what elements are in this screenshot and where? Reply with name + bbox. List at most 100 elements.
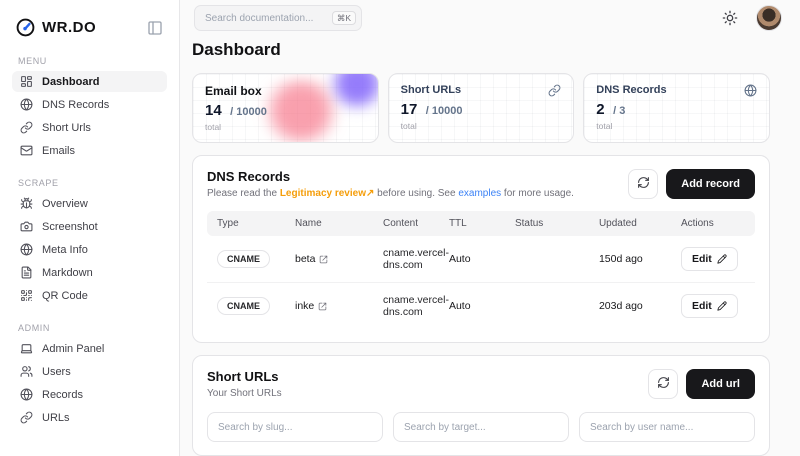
sidebar-item-overview[interactable]: Overview bbox=[12, 193, 167, 214]
link-icon bbox=[20, 411, 33, 424]
external-link-icon bbox=[319, 255, 328, 264]
sidebar-item-urls[interactable]: URLs bbox=[12, 407, 167, 428]
dns-panel-title: DNS Records bbox=[207, 169, 574, 184]
sidebar-item-screenshot[interactable]: Screenshot bbox=[12, 216, 167, 237]
sidebar-section-menu: MENU bbox=[18, 56, 161, 66]
record-content: cname.vercel-dns.com bbox=[383, 294, 449, 318]
dns-panel-description: Please read the Legitimacy review↗ befor… bbox=[207, 188, 574, 199]
sidebar-item-label: URLs bbox=[42, 412, 70, 424]
sidebar-collapse-icon[interactable] bbox=[147, 20, 163, 36]
col-header-name: Name bbox=[295, 218, 383, 229]
edit-label: Edit bbox=[692, 253, 712, 265]
bug-icon bbox=[20, 197, 33, 210]
sidebar-item-meta-info[interactable]: Meta Info bbox=[12, 239, 167, 260]
globe-icon bbox=[20, 243, 33, 256]
theme-toggle-sun-icon[interactable] bbox=[722, 10, 738, 26]
brand-header: WR.DO bbox=[12, 14, 167, 39]
user-avatar[interactable] bbox=[756, 5, 782, 31]
page-title: Dashboard bbox=[192, 40, 770, 60]
record-updated: 150d ago bbox=[599, 253, 681, 265]
record-type-badge: CNAME bbox=[217, 250, 270, 268]
sidebar-item-markdown[interactable]: Markdown bbox=[12, 262, 167, 283]
record-updated: 203d ago bbox=[599, 300, 681, 312]
globe-icon bbox=[20, 388, 33, 401]
stat-card-value: 14 bbox=[205, 102, 222, 119]
desc-text: for more usage. bbox=[501, 188, 574, 199]
edit-record-button[interactable]: Edit bbox=[681, 294, 738, 318]
add-url-button[interactable]: Add url bbox=[686, 369, 755, 399]
sidebar-item-admin-panel[interactable]: Admin Panel bbox=[12, 338, 167, 359]
app-window: WR.DO MENU Dashboard DNS Records Short U… bbox=[0, 0, 800, 456]
add-record-button[interactable]: Add record bbox=[666, 169, 755, 199]
sidebar-item-records[interactable]: Records bbox=[12, 384, 167, 405]
sidebar-item-label: Overview bbox=[42, 198, 88, 210]
sidebar: WR.DO MENU Dashboard DNS Records Short U… bbox=[0, 0, 180, 456]
sidebar-item-short-urls[interactable]: Short Urls bbox=[12, 117, 167, 138]
sidebar-item-label: Dashboard bbox=[42, 76, 99, 88]
search-shortcut-badge: ⌘K bbox=[332, 11, 356, 26]
sidebar-item-users[interactable]: Users bbox=[12, 361, 167, 382]
link-text: Legitimacy review bbox=[280, 188, 366, 199]
col-header-status: Status bbox=[515, 218, 599, 229]
stat-cards-row: Email box 14 / 10000 total Short URLs 17 bbox=[192, 73, 770, 143]
stat-card-limit: / 10000 bbox=[426, 105, 463, 117]
search-by-user-name-input[interactable] bbox=[579, 412, 755, 442]
short-urls-filters bbox=[207, 412, 755, 442]
edit-record-button[interactable]: Edit bbox=[681, 247, 738, 271]
stat-card-value: 2 bbox=[596, 101, 604, 118]
stat-card-title: Short URLs bbox=[401, 84, 462, 96]
dashboard-icon bbox=[20, 75, 33, 88]
sidebar-item-dashboard[interactable]: Dashboard bbox=[12, 71, 167, 92]
record-name-link[interactable]: beta bbox=[295, 253, 383, 265]
table-header-row: Type Name Content TTL Status Updated Act… bbox=[207, 211, 755, 236]
legitimacy-review-link[interactable]: Legitimacy review↗ bbox=[280, 188, 375, 199]
gauge-logo-icon bbox=[16, 18, 35, 37]
table-row: CNAME inke cname.vercel-dns.com Auto 203… bbox=[207, 282, 755, 329]
search-by-slug-input[interactable] bbox=[207, 412, 383, 442]
short-urls-title: Short URLs bbox=[207, 369, 282, 384]
col-header-content: Content bbox=[383, 218, 449, 229]
topbar: ⌘K bbox=[180, 0, 800, 36]
external-link-icon bbox=[318, 302, 327, 311]
examples-link[interactable]: examples bbox=[458, 188, 501, 199]
short-urls-panel: Short URLs Your Short URLs Add url bbox=[192, 355, 770, 456]
sidebar-item-emails[interactable]: Emails bbox=[12, 140, 167, 161]
sidebar-item-label: QR Code bbox=[42, 290, 88, 302]
col-header-actions: Actions bbox=[681, 218, 745, 229]
refresh-button[interactable] bbox=[628, 169, 658, 199]
toggle-knob bbox=[499, 261, 513, 275]
sidebar-item-label: Short Urls bbox=[42, 122, 91, 134]
mail-icon bbox=[20, 144, 33, 157]
search-by-target-input[interactable] bbox=[393, 412, 569, 442]
main-content: Dashboard Email box 14 / 10000 total bbox=[180, 36, 800, 456]
sidebar-item-qr-code[interactable]: QR Code bbox=[12, 285, 167, 306]
sidebar-item-label: Markdown bbox=[42, 267, 93, 279]
search-box[interactable]: ⌘K bbox=[194, 5, 362, 31]
short-urls-subtitle: Your Short URLs bbox=[207, 388, 282, 399]
refresh-button[interactable] bbox=[648, 369, 678, 399]
camera-icon bbox=[20, 220, 33, 233]
record-name: inke bbox=[295, 300, 314, 312]
dns-records-table: Type Name Content TTL Status Updated Act… bbox=[207, 211, 755, 329]
col-header-type: Type bbox=[217, 218, 295, 229]
users-icon bbox=[20, 365, 33, 378]
stat-card-limit: / 3 bbox=[613, 105, 625, 117]
laptop-icon bbox=[20, 342, 33, 355]
sidebar-item-label: Meta Info bbox=[42, 244, 88, 256]
refresh-icon bbox=[657, 376, 670, 392]
sidebar-section-admin: ADMIN bbox=[18, 323, 161, 333]
stat-card-email-box: Email box 14 / 10000 total bbox=[192, 73, 379, 143]
sidebar-item-label: Admin Panel bbox=[42, 343, 104, 355]
search-input[interactable] bbox=[205, 13, 332, 24]
stat-card-caption: total bbox=[596, 121, 757, 131]
record-name-link[interactable]: inke bbox=[295, 300, 383, 312]
record-content: cname.vercel-dns.com bbox=[383, 247, 449, 271]
sidebar-item-label: Users bbox=[42, 366, 71, 378]
sidebar-item-dns-records[interactable]: DNS Records bbox=[12, 94, 167, 115]
stat-card-title: DNS Records bbox=[596, 84, 666, 96]
dns-records-panel: DNS Records Please read the Legitimacy r… bbox=[192, 155, 770, 343]
qr-code-icon bbox=[20, 289, 33, 302]
sidebar-item-label: Emails bbox=[42, 145, 75, 157]
toggle-knob bbox=[499, 308, 513, 322]
file-text-icon bbox=[20, 266, 33, 279]
